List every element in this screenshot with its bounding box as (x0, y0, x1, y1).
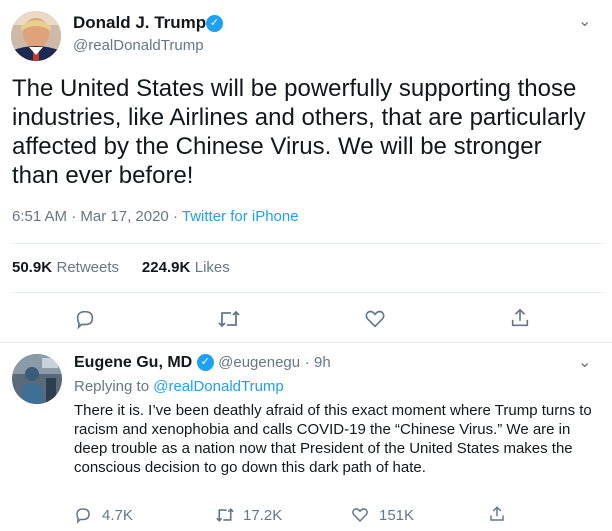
share-icon[interactable] (509, 307, 531, 334)
reply-action-like[interactable]: 151K (351, 506, 414, 524)
likes-label: Likes (194, 259, 230, 276)
divider (0, 342, 612, 343)
tweet-text: The United States will be powerfully sup… (12, 75, 586, 189)
reply-author-handle[interactable]: @eugenegu (218, 354, 300, 371)
retweet-icon[interactable] (217, 308, 241, 335)
like-icon (352, 508, 368, 523)
like-count: 151K (379, 506, 415, 524)
divider (12, 292, 604, 293)
retweet-icon (216, 508, 234, 522)
likes-count: 224.9K (141, 259, 191, 276)
more-options-chevron-icon[interactable]: ⌄ (578, 352, 591, 372)
reply-icon (76, 508, 90, 524)
tweet-source[interactable]: Twitter for iPhone (182, 208, 299, 225)
meta-separator: · (172, 208, 182, 225)
retweet-count: 17.2K (243, 506, 283, 524)
avatar-eugene[interactable] (12, 354, 62, 404)
verified-badge-icon: ✓ (196, 354, 214, 372)
retweets-count: 50.9K (12, 259, 53, 276)
reply-icon[interactable] (74, 308, 96, 335)
meta-separator: · (304, 354, 310, 371)
author-name[interactable]: Donald J. Trump (73, 13, 206, 33)
reply-action-share[interactable] (488, 505, 506, 528)
more-options-chevron-icon[interactable]: ⌄ (578, 11, 591, 31)
meta-separator: · (71, 208, 81, 225)
reply-action-retweet[interactable]: 17.2K (215, 506, 282, 524)
divider (12, 243, 604, 244)
reply-count: 4.7K (102, 506, 133, 524)
retweets-stat[interactable]: 50.9K Retweets (12, 259, 123, 276)
likes-stat[interactable]: 224.9K Likes (142, 259, 230, 276)
tweet-stats: 50.9K Retweets 224.9K Likes (12, 259, 230, 277)
tweet-date[interactable]: Mar 17, 2020 (80, 208, 168, 225)
like-icon[interactable] (364, 308, 386, 335)
reply-author-name[interactable]: Eugene Gu, MD (74, 354, 192, 371)
author-handle[interactable]: @realDonaldTrump (73, 37, 204, 54)
reply-header: Eugene Gu, MD ✓ @eugenegu · 9h (74, 354, 331, 372)
reply-age[interactable]: 9h (314, 354, 331, 371)
replying-to-handle[interactable]: @realDonaldTrump (153, 378, 284, 395)
avatar-trump[interactable] (11, 11, 61, 61)
replying-to-label: Replying to (74, 378, 150, 395)
tweet-time[interactable]: 6:51 AM (12, 208, 67, 225)
tweet-meta: 6:51 AM · Mar 17, 2020 · Twitter for iPh… (12, 208, 299, 225)
reply-action-reply[interactable]: 4.7K (74, 506, 133, 524)
replying-to: Replying to @realDonaldTrump (74, 378, 284, 395)
retweets-label: Retweets (56, 259, 120, 276)
verified-badge-icon: ✓ (206, 15, 223, 32)
share-icon (490, 506, 504, 521)
reply-text: There it is. I’ve been deathly afraid of… (74, 402, 592, 476)
